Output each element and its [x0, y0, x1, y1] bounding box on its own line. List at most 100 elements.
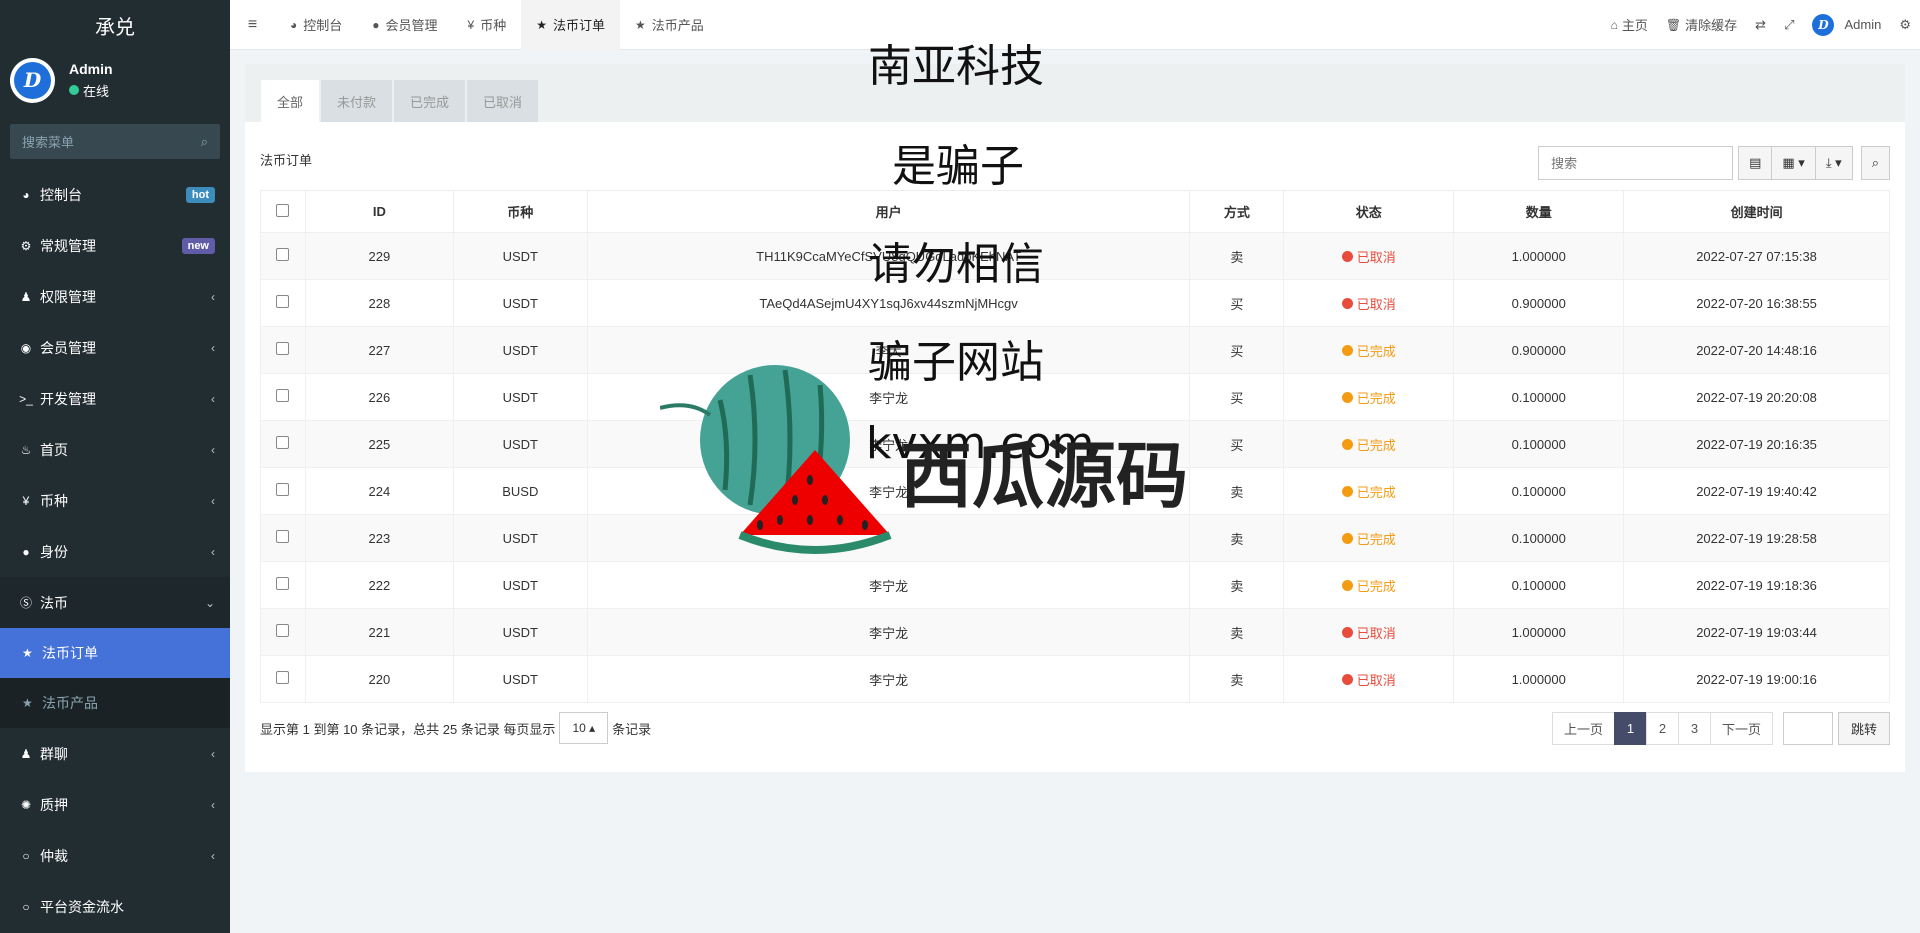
fullscreen-button[interactable]: ⤢: [1775, 17, 1803, 33]
row-checkbox[interactable]: [276, 577, 290, 590]
tab-all[interactable]: 全部: [261, 80, 320, 122]
tab-coin[interactable]: ¥ 币种: [453, 0, 522, 50]
tab-unpaid[interactable]: 未付款: [321, 80, 393, 122]
cell-status: 已取消: [1283, 608, 1455, 656]
table-header-row: ID 币种 用户 方式 状态 数量 创建时间: [260, 190, 1890, 233]
settings-button[interactable]: ⚙: [1890, 17, 1920, 33]
cell-coin: USDT: [452, 655, 588, 703]
column-header[interactable]: 币种: [452, 190, 588, 233]
next-page-button[interactable]: 下一页: [1709, 712, 1773, 745]
cell-id: 229: [304, 232, 454, 280]
sidebar-brand[interactable]: 承兑: [0, 0, 230, 50]
page-size-select[interactable]: 10 ▴: [559, 712, 609, 744]
status-badge: 已完成: [1356, 531, 1396, 547]
sidebar-item-coin[interactable]: ¥ 币种 ‹: [0, 475, 230, 526]
cell-method: 卖: [1189, 467, 1285, 515]
column-header[interactable]: 创建时间: [1623, 190, 1890, 233]
sidebar-item-fund-flow[interactable]: ○ 平台资金流水: [0, 881, 230, 932]
watermark-line: 南亚科技: [868, 41, 1044, 92]
cell-quantity: 1.000000: [1453, 655, 1625, 703]
group-icon: ♟: [20, 746, 32, 761]
toggle-view-button[interactable]: ▤: [1738, 146, 1773, 180]
prev-page-button[interactable]: 上一页: [1551, 712, 1615, 745]
clear-cache-button[interactable]: 🗑 清除缓存: [1657, 15, 1746, 34]
status-dot-icon: [1341, 673, 1353, 685]
cell-quantity: 0.100000: [1453, 514, 1625, 562]
sidebar-search-input[interactable]: 搜索菜单 ⌕: [10, 124, 220, 159]
cell-coin: USDT: [452, 608, 588, 656]
hot-badge: hot: [185, 186, 215, 203]
cell-quantity: 1.000000: [1453, 232, 1625, 280]
sidebar-item-permission[interactable]: ♟ 权限管理 ‹: [0, 271, 230, 322]
tab-fiat-products[interactable]: ★ 法币产品: [620, 0, 719, 50]
column-header[interactable]: ID: [304, 190, 454, 233]
row-checkbox[interactable]: [276, 671, 290, 684]
tab-cancelled[interactable]: 已取消: [467, 80, 539, 122]
admin-menu[interactable]: D Admin: [1803, 13, 1890, 36]
sidebar: 承兑 D Admin 在线 搜索菜单 ⌕ ◕ 控制台 hot ⚙ 常规管理 new ♟ 权…: [0, 0, 230, 933]
sidebar-item-member[interactable]: ◉ 会员管理 ‹: [0, 322, 230, 373]
tab-member[interactable]: ● 会员管理: [357, 0, 452, 50]
tab-fiat-orders[interactable]: ★ 法币订单: [521, 0, 621, 50]
column-header[interactable]: 用户: [586, 190, 1191, 233]
pagination-info: 显示第 1 到第 10 条记录，总共 25 条记录 每页显示 10 ▴ 条记录: [260, 712, 651, 744]
table-row[interactable]: 226 USDT 李宁龙买已完成 0.100000 2022-07-19 20:20:0…: [260, 373, 1890, 421]
search-button[interactable]: ⌕: [1860, 146, 1890, 180]
user-icon: ●: [22, 544, 30, 559]
table-row[interactable]: 229 USDT TH11K9CcaMYeCfSVU8gQUGdLadpKEhNAT…: [260, 232, 1890, 280]
sidebar-item-fiat[interactable]: Ⓢ 法币 ⌄: [0, 577, 230, 628]
table-row[interactable]: 228 USDT TAeQd4ASejmU4XY1sqJ6xv44szmNjMHcg…: [260, 279, 1890, 327]
chevron-left-icon: ‹: [211, 493, 215, 508]
sidebar-item-general[interactable]: ⚙ 常规管理 new: [0, 220, 230, 271]
cell-quantity: 0.100000: [1453, 373, 1625, 421]
watermark-brand: 西瓜源码: [900, 434, 1189, 518]
tab-dashboard[interactable]: ◕ 控制台: [275, 0, 357, 50]
sidebar-item-pledge[interactable]: ✺ 质押 ‹: [0, 779, 230, 830]
status-badge: 已完成: [1356, 484, 1396, 500]
row-checkbox[interactable]: [276, 436, 290, 449]
status-dot-icon: [1341, 626, 1353, 638]
column-header[interactable]: 方式: [1189, 190, 1285, 233]
page-3-button[interactable]: 3: [1677, 712, 1711, 745]
top-header: ≡ ◕ 控制台 ● 会员管理 ¥ 币种 ★ 法币订单 ★ 法币产品 ⌂ 主页 🗑 清除缓存 ⇄…: [230, 0, 1920, 50]
row-checkbox[interactable]: [276, 295, 290, 308]
user-name: Admin: [69, 60, 113, 77]
search-input[interactable]: [1538, 146, 1734, 180]
status-badge: 已取消: [1356, 672, 1396, 688]
jump-button[interactable]: 跳转: [1837, 712, 1890, 745]
tab-completed[interactable]: 已完成: [394, 80, 466, 122]
cell-status: 已完成: [1283, 561, 1455, 609]
columns-button[interactable]: ▦ ▾: [1771, 146, 1816, 180]
sidebar-item-identity[interactable]: ● 身份 ‹: [0, 526, 230, 577]
row-checkbox[interactable]: [276, 530, 290, 543]
table-row[interactable]: 220 USDT 李宁龙卖 已取消 1.000000 2022-07-19 19:00:1…: [260, 655, 1890, 703]
page-jump-input[interactable]: [1782, 712, 1833, 745]
row-checkbox[interactable]: [276, 342, 290, 355]
row-checkbox[interactable]: [276, 389, 290, 402]
sidebar-item-home[interactable]: ♨ 首页 ‹: [0, 424, 230, 475]
language-button[interactable]: ⇄: [1746, 17, 1775, 33]
table-row[interactable]: 223 USDT 卖 已完成 0.100000 2022-07-19 19:28:58: [260, 514, 1890, 562]
sidebar-item-dev[interactable]: >_ 开发管理 ‹: [0, 373, 230, 424]
menu-toggle-icon[interactable]: ≡: [230, 16, 275, 34]
row-checkbox[interactable]: [276, 248, 290, 261]
column-header[interactable]: 数量: [1453, 190, 1625, 233]
sidebar-item-fiat-orders[interactable]: ★ 法币订单: [0, 628, 230, 678]
status-dot-icon: [1341, 485, 1353, 497]
sidebar-item-fiat-products[interactable]: ★ 法币产品: [0, 678, 230, 728]
cell-user: 李宁龙: [586, 655, 1191, 703]
export-button[interactable]: ⤓ ▾: [1814, 146, 1853, 180]
table-row[interactable]: 227 USDT 李大买已完成 0.900000 2022-07-20 14:48:16: [260, 326, 1890, 374]
row-checkbox[interactable]: [276, 483, 290, 496]
page-2-button[interactable]: 2: [1645, 712, 1679, 745]
table-row[interactable]: 221 USDT 李宁龙卖 已取消 1.000000 2022-07-19 19:03:4…: [260, 608, 1890, 656]
page-1-button[interactable]: 1: [1613, 712, 1647, 745]
sidebar-item-arbitration[interactable]: ○ 仲裁 ‹: [0, 830, 230, 881]
table-row[interactable]: 222 USDT 李宁龙卖 已完成 0.100000 2022-07-19 19:18:3…: [260, 561, 1890, 609]
select-all-checkbox[interactable]: [276, 203, 290, 217]
row-checkbox[interactable]: [276, 624, 290, 637]
column-header[interactable]: 状态: [1283, 190, 1455, 233]
sidebar-item-group-chat[interactable]: ♟ 群聊 ‹: [0, 728, 230, 779]
sidebar-item-dashboard[interactable]: ◕ 控制台 hot: [0, 169, 230, 220]
home-link[interactable]: ⌂ 主页: [1602, 15, 1657, 34]
